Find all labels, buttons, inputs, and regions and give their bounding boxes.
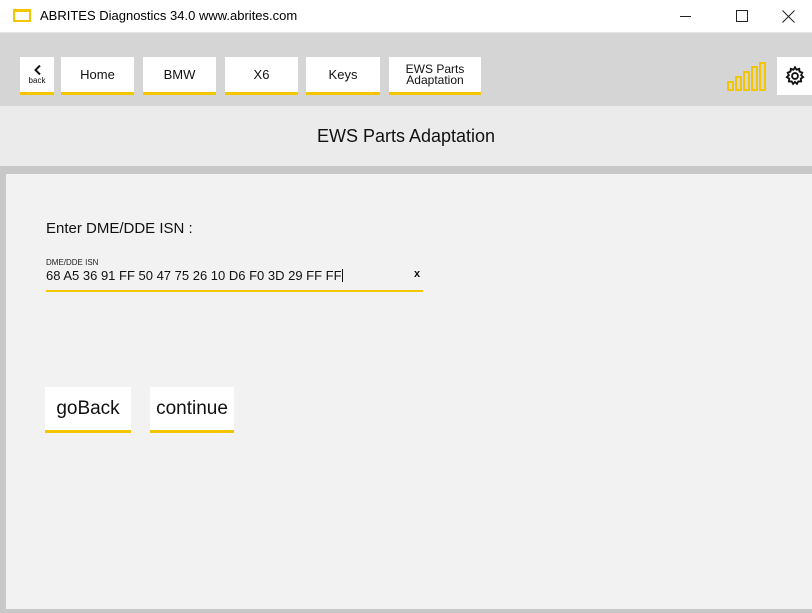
breadcrumb-x6[interactable]: X6 — [225, 57, 298, 95]
breadcrumb-bmw[interactable]: BMW — [143, 57, 216, 95]
clear-input-button[interactable]: x — [414, 268, 420, 280]
back-label: back — [28, 76, 46, 85]
header-divider — [0, 166, 812, 174]
window-titlebar: ABRITES Diagnostics 34.0 www.abrites.com — [0, 0, 812, 33]
go-back-button[interactable]: goBack — [45, 387, 131, 433]
breadcrumb-keys[interactable]: Keys — [306, 57, 380, 95]
breadcrumb-ews-parts-adaptation[interactable]: EWS Parts Adaptation — [389, 57, 481, 95]
close-button[interactable] — [766, 0, 810, 32]
back-button[interactable]: back — [20, 57, 54, 95]
gear-icon — [784, 65, 805, 86]
main-content: Enter DME/DDE ISN : DME/DDE ISN 68 A5 36… — [6, 174, 812, 609]
isn-input-field[interactable]: DME/DDE ISN 68 A5 36 91 FF 50 47 75 26 1… — [46, 258, 423, 292]
isn-input[interactable]: 68 A5 36 91 FF 50 47 75 26 10 D6 F0 3D 2… — [46, 268, 343, 283]
page-title: EWS Parts Adaptation — [0, 106, 812, 166]
text-caret — [341, 269, 343, 282]
chevron-left-icon — [32, 65, 42, 75]
frame-bottom-border — [0, 609, 812, 613]
close-icon — [782, 10, 795, 23]
minimize-icon — [679, 15, 691, 17]
breadcrumb-nav: back Home BMW X6 Keys EWS Parts Adaptatio… — [0, 33, 812, 106]
isn-input-value: 68 A5 36 91 FF 50 47 75 26 10 D6 F0 3D 2… — [46, 268, 342, 283]
isn-field-label: DME/DDE ISN — [46, 258, 99, 267]
window-title: ABRITES Diagnostics 34.0 www.abrites.com — [40, 8, 298, 23]
settings-button[interactable] — [777, 57, 812, 95]
minimize-button[interactable] — [663, 0, 707, 32]
abrites-logo-icon — [13, 9, 31, 22]
breadcrumb-home[interactable]: Home — [61, 57, 134, 95]
signal-strength-icon — [727, 62, 766, 91]
maximize-icon — [736, 10, 748, 22]
continue-button[interactable]: continue — [150, 387, 234, 433]
isn-prompt: Enter DME/DDE ISN : — [46, 220, 193, 237]
maximize-button[interactable] — [720, 0, 764, 32]
